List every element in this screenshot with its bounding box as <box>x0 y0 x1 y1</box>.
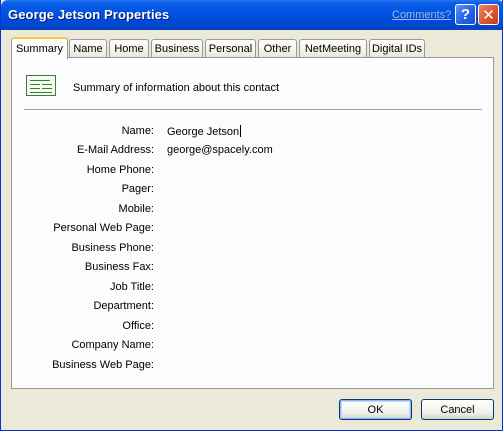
tab-label: Home <box>114 42 144 55</box>
tab-home[interactable]: Home <box>109 39 149 57</box>
tab-label: Digital IDs <box>371 42 423 55</box>
field-label: Business Phone: <box>71 242 154 254</box>
tab-label: NetMeeting <box>304 42 362 55</box>
tab-label: Name <box>73 42 103 55</box>
window-title: George Jetson Properties <box>8 7 170 22</box>
field-label: Company Name: <box>71 339 154 351</box>
field-pager: Pager: <box>12 183 495 197</box>
tab-personal[interactable]: Personal <box>205 39 256 57</box>
summary-panel: Summary of information about this contac… <box>11 57 494 389</box>
field-label: Pager: <box>121 183 154 195</box>
field-label: Personal Web Page: <box>53 222 154 234</box>
field-business-fax: Business Fax: <box>12 261 495 275</box>
divider <box>24 109 482 110</box>
field-home-phone: Home Phone: <box>12 164 495 178</box>
summary-header: Summary of information about this contac… <box>73 82 280 94</box>
help-icon: ? <box>460 6 471 23</box>
tab-other[interactable]: Other <box>258 39 297 57</box>
field-personal-web-page: Personal Web Page: <box>12 222 495 236</box>
field-label: Business Fax: <box>84 261 154 273</box>
field-label: Mobile: <box>118 203 154 215</box>
tab-digital-ids[interactable]: Digital IDs <box>369 39 425 57</box>
text-caret <box>240 125 242 137</box>
field-label: E-Mail Address: <box>76 144 154 156</box>
tab-label: Summary <box>15 43 64 55</box>
field-job-title: Job Title: <box>12 281 495 295</box>
field-company-name: Company Name: <box>12 339 495 353</box>
field-label: Name: <box>121 125 154 137</box>
close-button[interactable]: ✕ <box>478 4 499 25</box>
ok-button[interactable]: OK <box>339 399 412 420</box>
tab-label: Other <box>263 42 292 55</box>
field-mobile: Mobile: <box>12 203 495 217</box>
field-label: Job Title: <box>109 281 154 293</box>
tab-business[interactable]: Business <box>151 39 203 57</box>
field-business-web-page: Business Web Page: <box>12 359 495 373</box>
email-value: george@spacely.com <box>167 144 273 156</box>
title-bar[interactable]: George Jetson Properties Comments? ? ✕ <box>1 0 503 30</box>
name-value[interactable]: George Jetson <box>167 125 242 138</box>
field-office: Office: <box>12 320 495 334</box>
tab-summary[interactable]: Summary <box>11 37 68 59</box>
help-button[interactable]: ? <box>455 4 476 25</box>
field-label: Office: <box>122 320 154 332</box>
cancel-button[interactable]: Cancel <box>421 399 494 420</box>
field-label: Department: <box>93 300 154 312</box>
contact-card-icon <box>26 75 56 96</box>
field-label: Business Web Page: <box>52 359 154 371</box>
field-name: Name: George Jetson <box>12 125 495 139</box>
tab-label: Business <box>154 42 200 55</box>
field-business-phone: Business Phone: <box>12 242 495 256</box>
close-icon: ✕ <box>482 6 495 24</box>
tab-name[interactable]: Name <box>69 39 107 57</box>
field-email: E-Mail Address: george@spacely.com <box>12 144 495 158</box>
properties-dialog: George Jetson Properties Comments? ? ✕ S… <box>0 0 503 431</box>
tab-netmeeting[interactable]: NetMeeting <box>299 39 367 57</box>
field-department: Department: <box>12 300 495 314</box>
comments-link[interactable]: Comments? <box>392 9 451 21</box>
name-text: George Jetson <box>167 126 240 138</box>
field-label: Home Phone: <box>86 164 154 176</box>
tab-label: Personal <box>208 42 253 55</box>
